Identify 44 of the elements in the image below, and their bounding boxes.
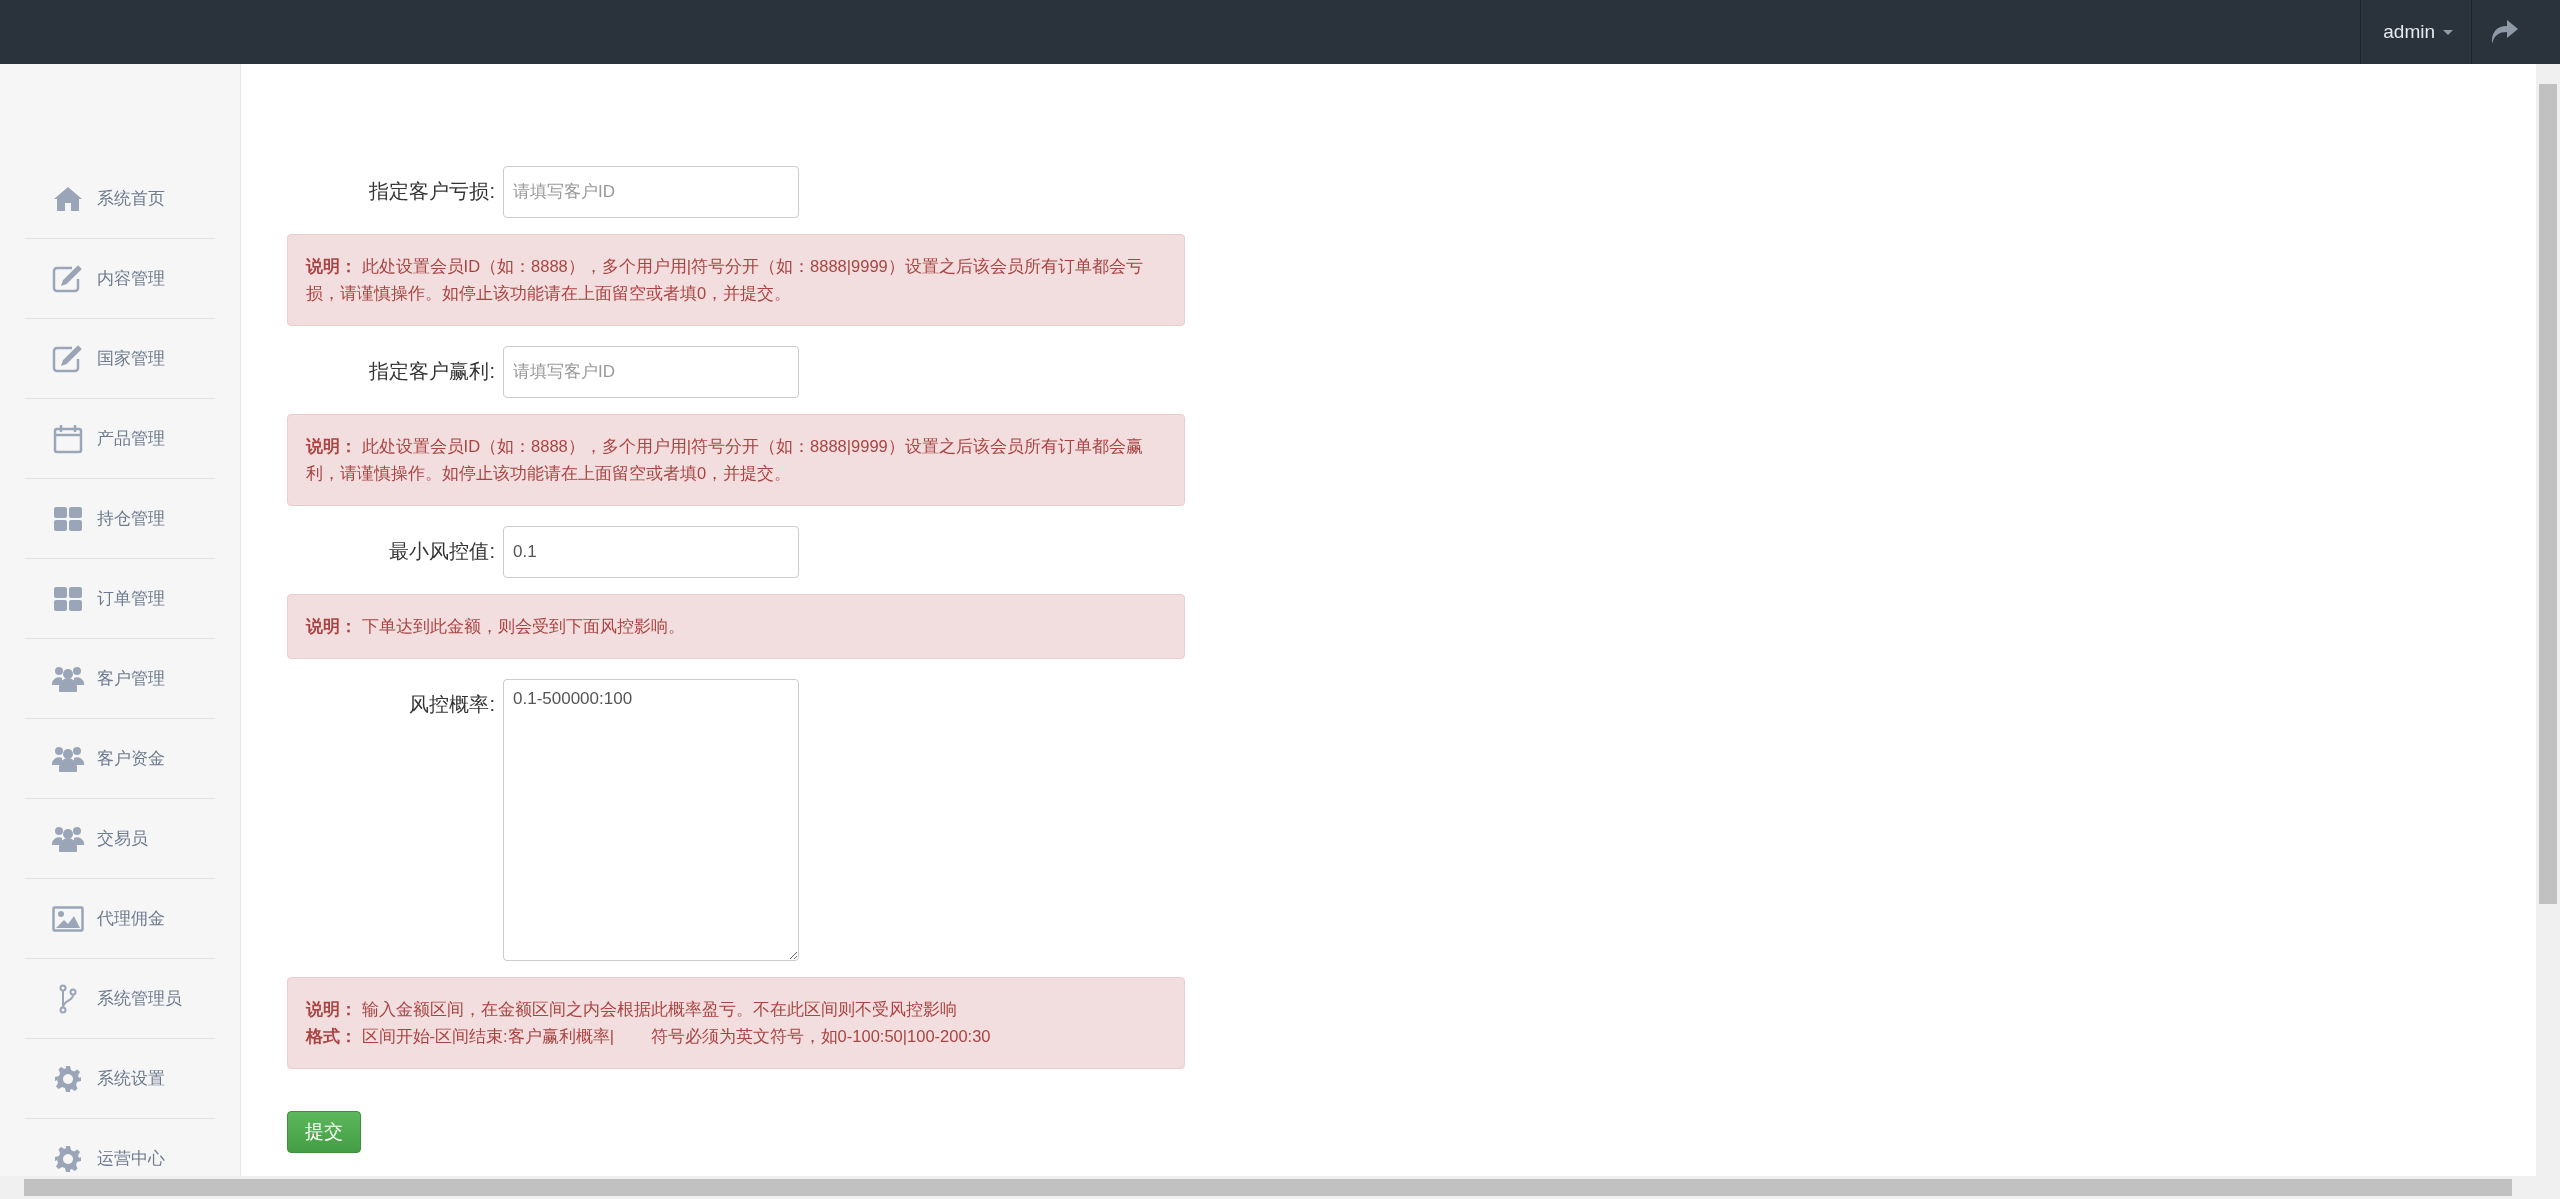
share-arrow-icon: [2489, 19, 2519, 45]
input-field[interactable]: 请填写客户ID: [503, 166, 799, 218]
notice-text: 说明： 下单达到此金额，则会受到下面风控影响。: [306, 616, 686, 637]
grid-icon: [53, 505, 83, 532]
user-menu[interactable]: admin: [2360, 0, 2472, 64]
edit-icon: [52, 264, 84, 293]
text-area[interactable]: 0.1-500000:100: [503, 679, 799, 961]
horizontal-scrollbar[interactable]: [0, 1176, 2560, 1199]
sidebar-item[interactable]: 订单管理: [25, 559, 215, 639]
sidebar-item[interactable]: 内容管理: [25, 239, 215, 319]
notice-text: 说明： 此处设置会员ID（如：8888），多个用户用|符号分开（如：8888|9999）设置之后该会员所有订单都会亏损，请谨慎操作。如停止该功能请在上面留空或者填0，并提交。: [306, 256, 1144, 304]
field-label: 最小风控值:: [388, 539, 495, 564]
sidebar-item[interactable]: 系统管理员: [25, 959, 215, 1039]
notice-text: 格式： 区间开始-区间结束:客户赢利概率| 符号必须为英文符号，如0-100:50|100-200:30: [306, 1026, 992, 1047]
users-icon: [52, 824, 84, 853]
grid-icon: [53, 585, 83, 612]
home-icon: [53, 185, 83, 212]
field-label: 指定客户赢利:: [368, 359, 495, 384]
branch-icon: [59, 983, 77, 1014]
input-field[interactable]: 0.1: [503, 526, 799, 578]
input-field[interactable]: 请填写客户ID: [503, 346, 799, 398]
users-icon: [52, 744, 84, 773]
sidebar-item[interactable]: 系统设置: [25, 1039, 215, 1119]
sidebar-item[interactable]: 系统首页: [25, 159, 215, 239]
submit-button[interactable]: 提交: [287, 1111, 361, 1153]
image-icon: [52, 905, 84, 932]
sidebar-item[interactable]: 产品管理: [25, 399, 215, 479]
sidebar-item[interactable]: 代理佣金: [25, 879, 215, 959]
edit-icon: [52, 344, 84, 373]
notice-text: 说明： 此处设置会员ID（如：8888），多个用户用|符号分开（如：8888|9999）设置之后该会员所有订单都会赢利，请谨慎操作。如停止该功能请在上面留空或者填0，并提交。: [306, 436, 1144, 484]
users-icon: [52, 664, 84, 693]
sidebar-item[interactable]: 客户管理: [25, 639, 215, 719]
field-label: 风控概率:: [408, 692, 495, 717]
vertical-scrollbar[interactable]: [2536, 64, 2560, 1176]
field-label: 指定客户亏损:: [368, 179, 495, 204]
settings-icon: [54, 1144, 82, 1173]
sidebar-item[interactable]: 客户资金: [25, 719, 215, 799]
caret-icon: [2443, 29, 2453, 35]
notice-text: 说明： 输入金额区间，在金额区间之内会根据此概率盈亏。不在此区间则不受风控影响: [306, 999, 958, 1020]
calendar-icon: [53, 423, 83, 454]
sidebar-item[interactable]: 交易员: [25, 799, 215, 879]
sidebar-item[interactable]: 持仓管理: [25, 479, 215, 559]
settings-icon: [54, 1064, 82, 1093]
sidebar-item[interactable]: 国家管理: [25, 319, 215, 399]
